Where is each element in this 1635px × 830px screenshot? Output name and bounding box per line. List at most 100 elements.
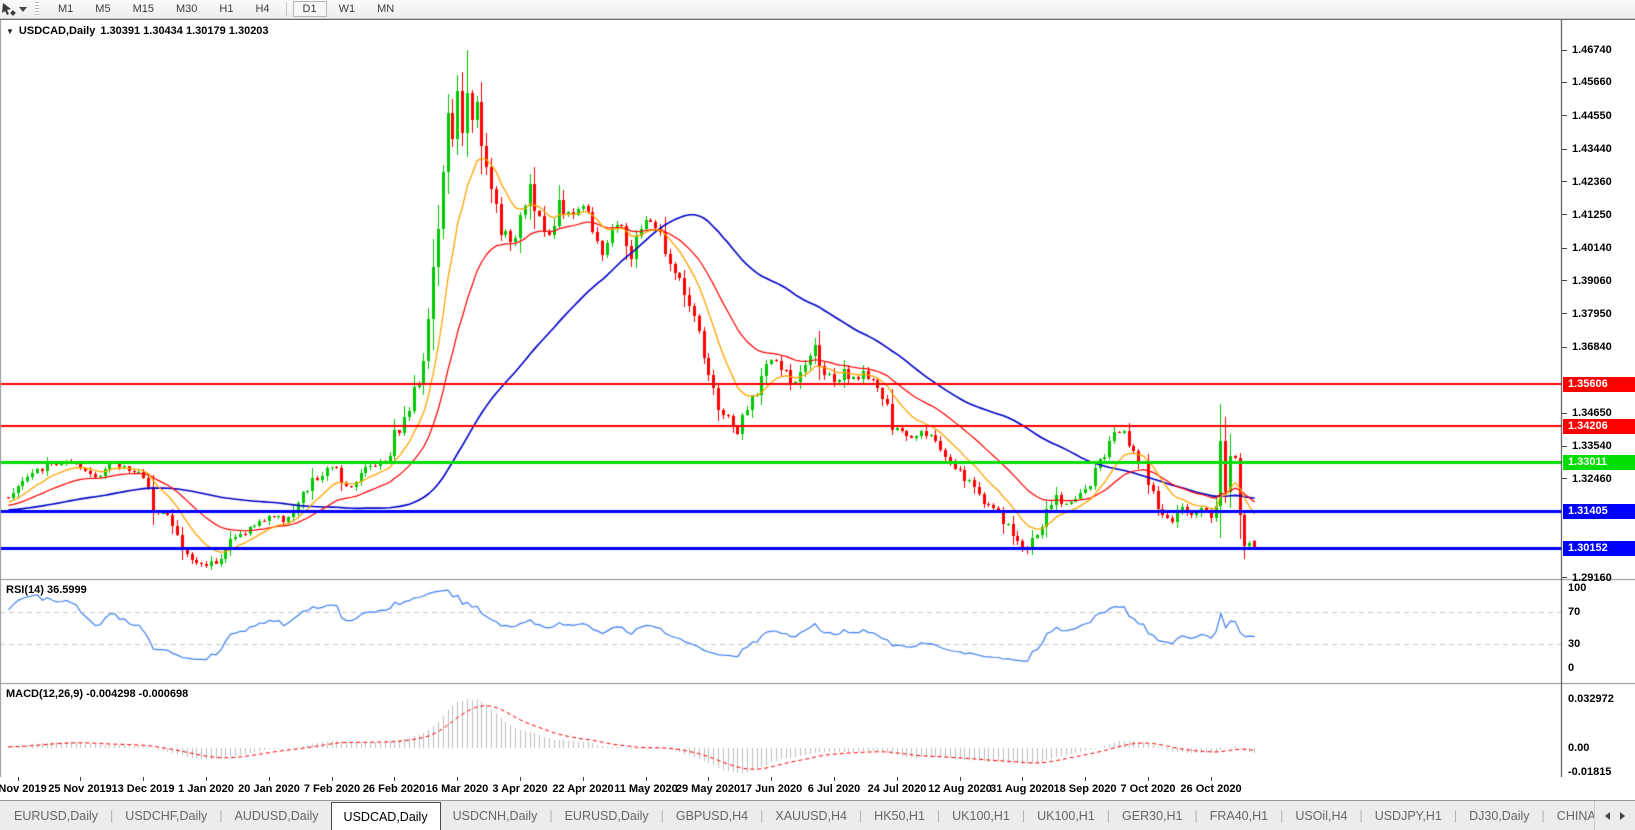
tab-hk50-h1[interactable]: HK50,H1 (862, 801, 937, 830)
price-axis-label: 1.32460 (1572, 474, 1612, 485)
timeframe-m1-button[interactable]: M1 (48, 1, 83, 17)
tab-dj30-daily[interactable]: DJ30,Daily (1457, 801, 1541, 830)
rsi-label: RSI(14) 36.5999 (6, 584, 87, 596)
date-axis-tick (457, 777, 458, 781)
timeframe-mn-button[interactable]: MN (367, 1, 404, 17)
tab-uk100-h1[interactable]: UK100,H1 (1025, 801, 1107, 830)
price-axis-tick (1562, 313, 1567, 314)
price-chart-canvas[interactable] (0, 20, 1635, 778)
tab-usdcad-daily[interactable]: USDCAD,Daily (331, 802, 441, 830)
price-axis-label: 1.46740 (1572, 45, 1612, 56)
date-axis-tick (80, 777, 81, 781)
price-level-badge: 1.33011 (1563, 455, 1635, 470)
price-axis-label: 1.42360 (1572, 177, 1612, 188)
timeframe-h1-button[interactable]: H1 (209, 1, 243, 17)
rsi-scale-label: 0 (1568, 663, 1574, 674)
date-axis-label: 26 Feb 2020 (363, 783, 425, 795)
date-axis-label: 3 Apr 2020 (492, 783, 547, 795)
date-axis-tick (1022, 777, 1023, 781)
toolbar: M1M5M15M30H1H4 D1W1MN (0, 0, 1635, 19)
price-axis-tick (1562, 82, 1567, 83)
date-axis[interactable]: 6 Nov 201925 Nov 201913 Dec 20191 Jan 20… (0, 777, 1635, 800)
price-level-badge: 1.31405 (1563, 504, 1635, 519)
tab-fra40-h1[interactable]: FRA40,H1 (1198, 801, 1280, 830)
toolbar-grip[interactable] (35, 2, 39, 16)
date-axis-label: 26 Oct 2020 (1180, 783, 1241, 795)
price-axis-tick (1562, 214, 1567, 215)
date-axis-tick (520, 777, 521, 781)
date-axis-label: 11 May 2020 (614, 783, 678, 795)
timeframe-h4-button[interactable]: H4 (245, 1, 279, 17)
date-axis-tick (960, 777, 961, 781)
timeframe-buttons: M1M5M15M30H1H4 D1W1MN (47, 0, 405, 18)
price-axis-label: 1.34650 (1572, 408, 1612, 419)
chart-tab-bar: EURUSD,Daily|USDCHF,Daily|AUDUSD,DailyUS… (0, 800, 1635, 830)
macd-scale-label: 0.00 (1568, 743, 1589, 754)
tab-china300-h1[interactable]: CHINA300,H1 (1545, 801, 1594, 830)
price-axis-tick (1562, 347, 1567, 348)
date-axis-label: 18 Sep 2020 (1054, 783, 1117, 795)
tab-usoil-h4[interactable]: USOil,H4 (1283, 801, 1359, 830)
chart-tabs: EURUSD,Daily|USDCHF,Daily|AUDUSD,DailyUS… (0, 801, 1594, 830)
timeframe-m30-button[interactable]: M30 (166, 1, 207, 17)
rsi-scale-label: 30 (1568, 639, 1580, 650)
tab-usdcnh-daily[interactable]: USDCNH,Daily (441, 801, 550, 830)
toolbar-separator (286, 2, 287, 16)
timeframe-m5-button[interactable]: M5 (85, 1, 120, 17)
date-axis-tick (583, 777, 584, 781)
date-axis-label: 17 Jun 2020 (740, 783, 802, 795)
date-axis-tick (1085, 777, 1086, 781)
date-axis-label: 12 Aug 2020 (928, 783, 992, 795)
tab-usdjpy-h1[interactable]: USDJPY,H1 (1363, 801, 1454, 830)
date-axis-label: 25 Nov 2019 (48, 783, 112, 795)
tab-scroll-buttons (1594, 801, 1635, 830)
tab-ger30-h1[interactable]: GER30,H1 (1110, 801, 1194, 830)
date-axis-label: 24 Jul 2020 (868, 783, 927, 795)
tab-eurusd-daily[interactable]: EURUSD,Daily (553, 801, 661, 830)
price-axis-label: 1.40140 (1572, 243, 1612, 254)
price-axis-tick (1562, 50, 1567, 51)
chevron-down-icon[interactable] (19, 7, 27, 12)
date-axis-label: 13 Dec 2019 (112, 783, 175, 795)
date-axis-tick (708, 777, 709, 781)
price-axis-tick (1562, 280, 1567, 281)
price-axis-tick (1562, 248, 1567, 249)
tab-xauusd-h4[interactable]: XAUUSD,H4 (763, 801, 859, 830)
date-axis-tick (143, 777, 144, 781)
timeframe-m15-button[interactable]: M15 (123, 1, 164, 17)
date-axis-tick (834, 777, 835, 781)
price-axis-tick (1562, 577, 1567, 578)
date-axis-tick (206, 777, 207, 781)
price-axis-label: 1.45660 (1572, 77, 1612, 88)
price-level-badge: 1.34206 (1563, 419, 1635, 434)
price-level-badge: 1.35606 (1563, 377, 1635, 392)
tab-usdchf-daily[interactable]: USDCHF,Daily (113, 801, 219, 830)
date-axis-label: 31 Aug 2020 (990, 783, 1054, 795)
timeframe-d1-button[interactable]: D1 (293, 1, 327, 17)
macd-scale-label: 0.032972 (1568, 694, 1614, 705)
price-axis-label: 1.36840 (1572, 342, 1612, 353)
tab-scroll-right-icon[interactable] (1620, 812, 1625, 820)
price-axis-tick (1562, 478, 1567, 479)
tab-audusd-daily[interactable]: AUDUSD,Daily (223, 801, 331, 830)
chart-title-overlay: ▼ USDCAD,Daily 1.30391 1.30434 1.30179 1… (6, 25, 269, 37)
pointer-tool-icon[interactable] (1, 2, 17, 16)
price-axis-tick (1562, 413, 1567, 414)
tab-scroll-left-icon[interactable] (1605, 812, 1610, 820)
price-axis-label: 1.44550 (1572, 111, 1612, 122)
date-axis-label: 6 Nov 2019 (0, 783, 47, 795)
date-axis-label: 16 Mar 2020 (426, 783, 488, 795)
date-axis-tick (897, 777, 898, 781)
date-axis-label: 7 Feb 2020 (304, 783, 360, 795)
price-level-badge: 1.30152 (1563, 541, 1635, 556)
price-axis-tick (1562, 115, 1567, 116)
date-axis-label: 7 Oct 2020 (1120, 783, 1175, 795)
date-axis-tick (332, 777, 333, 781)
timeframe-w1-button[interactable]: W1 (329, 1, 366, 17)
collapse-caret-icon[interactable]: ▼ (6, 27, 14, 36)
tab-uk100-h1[interactable]: UK100,H1 (940, 801, 1022, 830)
tab-eurusd-daily[interactable]: EURUSD,Daily (2, 801, 110, 830)
price-axis-label: 1.41250 (1572, 210, 1612, 221)
tab-gbpusd-h4[interactable]: GBPUSD,H4 (664, 801, 760, 830)
price-axis-tick (1562, 181, 1567, 182)
